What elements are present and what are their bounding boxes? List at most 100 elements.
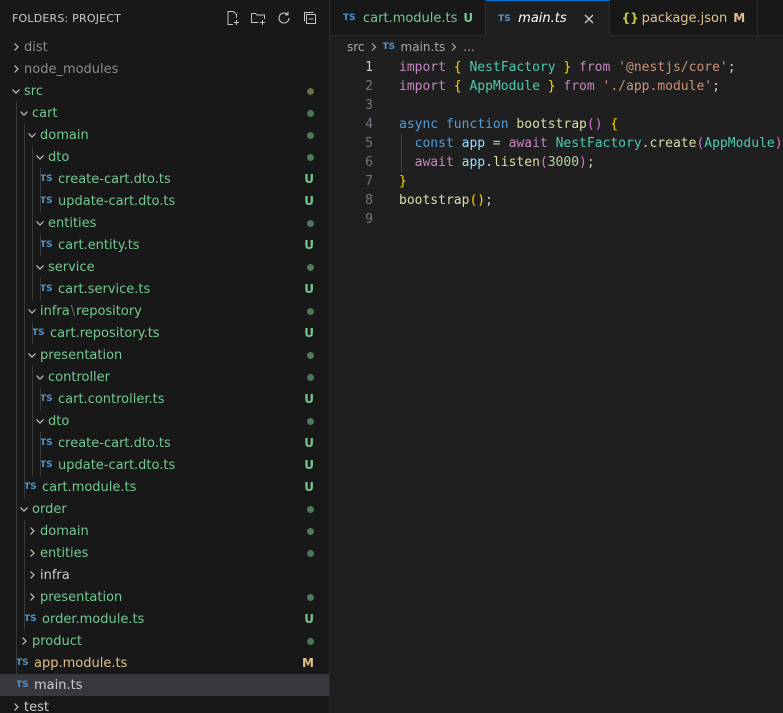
chevron-right-icon [369, 42, 379, 52]
tree-folder[interactable]: entities [0, 542, 329, 564]
tree-folder[interactable]: infra \ repository [0, 300, 329, 322]
chevron-down-icon[interactable] [16, 105, 32, 121]
chevron-down-icon[interactable] [16, 501, 32, 517]
tree-file[interactable]: TS cart.module.ts U [0, 476, 329, 498]
collapse-all-icon[interactable] [301, 9, 319, 27]
new-folder-icon[interactable] [249, 9, 267, 27]
git-status-badge: U [304, 458, 314, 472]
typescript-file-icon: TS [24, 614, 37, 624]
chevron-down-icon[interactable] [32, 259, 48, 275]
indent-guide [24, 146, 25, 168]
chevron-down-icon[interactable] [32, 149, 48, 165]
tree-file[interactable]: TS create-cart.dto.ts U [0, 168, 329, 190]
breadcrumb: src TS main.ts ... [331, 36, 783, 58]
chevron-down-icon[interactable] [24, 127, 40, 143]
tree-file[interactable]: TS cart.entity.ts U [0, 234, 329, 256]
code-token: '@nestjs/core' [618, 60, 728, 75]
tree-folder[interactable]: node_modules [0, 58, 329, 80]
breadcrumb-file[interactable]: main.ts [401, 40, 446, 54]
tree-file[interactable]: TS main.ts [0, 674, 329, 696]
indent-guide [16, 520, 17, 542]
tree-folder[interactable]: service [0, 256, 329, 278]
editor-tab[interactable]: TS main.ts [486, 0, 610, 36]
chevron-right-icon[interactable] [24, 567, 40, 583]
chevron-right-icon[interactable] [16, 633, 32, 649]
code-line: 3 [331, 96, 783, 115]
tree-file[interactable]: TS app.module.ts M [0, 652, 329, 674]
close-icon[interactable] [581, 11, 597, 27]
code-token: NestFactory [469, 60, 556, 75]
indent-guide [16, 278, 17, 300]
tree-folder[interactable]: infra [0, 564, 329, 586]
chevron-right-icon[interactable] [24, 545, 40, 561]
tree-folder[interactable]: domain [0, 520, 329, 542]
code-token: { [453, 60, 462, 75]
line-number: 5 [365, 136, 373, 151]
tree-file[interactable]: TS update-cart.dto.ts U [0, 454, 329, 476]
chevron-down-icon[interactable] [24, 347, 40, 363]
new-file-icon[interactable] [223, 9, 241, 27]
tree-item-label: dto [48, 149, 70, 165]
breadcrumb-more[interactable]: ... [463, 40, 474, 54]
editor-tab[interactable]: {} package.json M [610, 0, 759, 36]
git-modified-dot [307, 586, 314, 608]
indent-guide [16, 608, 17, 630]
tree-folder[interactable]: test [0, 696, 329, 713]
tree-folder[interactable]: controller [0, 366, 329, 388]
code-token: ( [539, 155, 548, 170]
tree-file[interactable]: TS create-cart.dto.ts U [0, 432, 329, 454]
chevron-down-icon[interactable] [32, 215, 48, 231]
tree-folder[interactable]: src [0, 80, 329, 102]
tree-file[interactable]: TS cart.controller.ts U [0, 388, 329, 410]
breadcrumb-folder[interactable]: src [347, 40, 365, 54]
code-token: . [485, 155, 493, 170]
tree-folder[interactable]: order [0, 498, 329, 520]
indent-guide [16, 300, 17, 322]
tree-folder[interactable]: entities [0, 212, 329, 234]
chevron-down-icon[interactable] [32, 369, 48, 385]
editor-tab[interactable]: TS cart.module.ts U [331, 0, 487, 36]
chevron-down-icon[interactable] [8, 83, 24, 99]
tree-folder[interactable]: presentation [0, 344, 329, 366]
code-line: 6 await app.listen(3000); [331, 153, 783, 172]
tree-item-label: app.module.ts [34, 655, 128, 671]
typescript-file-icon: TS [498, 13, 511, 24]
tree-folder[interactable]: dist [0, 36, 329, 58]
tree-folder[interactable]: dto [0, 146, 329, 168]
tree-file[interactable]: TS order.module.ts U [0, 608, 329, 630]
tree-file[interactable]: TS update-cart.dto.ts U [0, 190, 329, 212]
refresh-icon[interactable] [275, 9, 293, 27]
tree-item-label: infra [40, 567, 70, 583]
code-line: 8 bootstrap(); [331, 191, 783, 210]
git-status-badge: U [463, 11, 474, 25]
tree-item-label: cart [32, 105, 58, 121]
editor-panel: TS cart.module.ts U TS main.ts{} package.json… [331, 0, 783, 713]
editor-tabs: TS cart.module.ts U TS main.ts {} package.json… [331, 0, 783, 36]
indent-guide [16, 476, 17, 498]
typescript-file-icon: TS [40, 460, 53, 470]
tree-item-label: test [24, 699, 49, 713]
chevron-right-icon[interactable] [8, 39, 24, 55]
tree-folder[interactable]: cart [0, 102, 329, 124]
chevron-right-icon[interactable] [24, 589, 40, 605]
code-editor[interactable]: 1 import { NestFactory } from '@nestjs/co… [331, 58, 783, 229]
indent-guide [32, 190, 33, 212]
chevron-down-icon[interactable] [32, 413, 48, 429]
chevron-down-icon[interactable] [24, 303, 40, 319]
git-status-badge: U [304, 392, 314, 406]
code-line: 4 async function bootstrap() { [331, 115, 783, 134]
tree-folder[interactable]: presentation [0, 586, 329, 608]
chevron-right-icon[interactable] [8, 61, 24, 77]
tree-folder[interactable]: dto [0, 410, 329, 432]
line-number: 6 [365, 155, 373, 170]
tree-folder[interactable]: domain [0, 124, 329, 146]
chevron-right-icon[interactable] [8, 699, 24, 713]
tree-folder[interactable]: product [0, 630, 329, 652]
tree-file[interactable]: TS cart.service.ts U [0, 278, 329, 300]
chevron-right-icon[interactable] [24, 523, 40, 539]
indent-guide [32, 146, 33, 168]
tree-file[interactable]: TS cart.repository.ts U [0, 322, 329, 344]
git-modified-dot [307, 80, 314, 102]
git-modified-dot [307, 542, 314, 564]
tree-item-label: entities [48, 215, 97, 231]
